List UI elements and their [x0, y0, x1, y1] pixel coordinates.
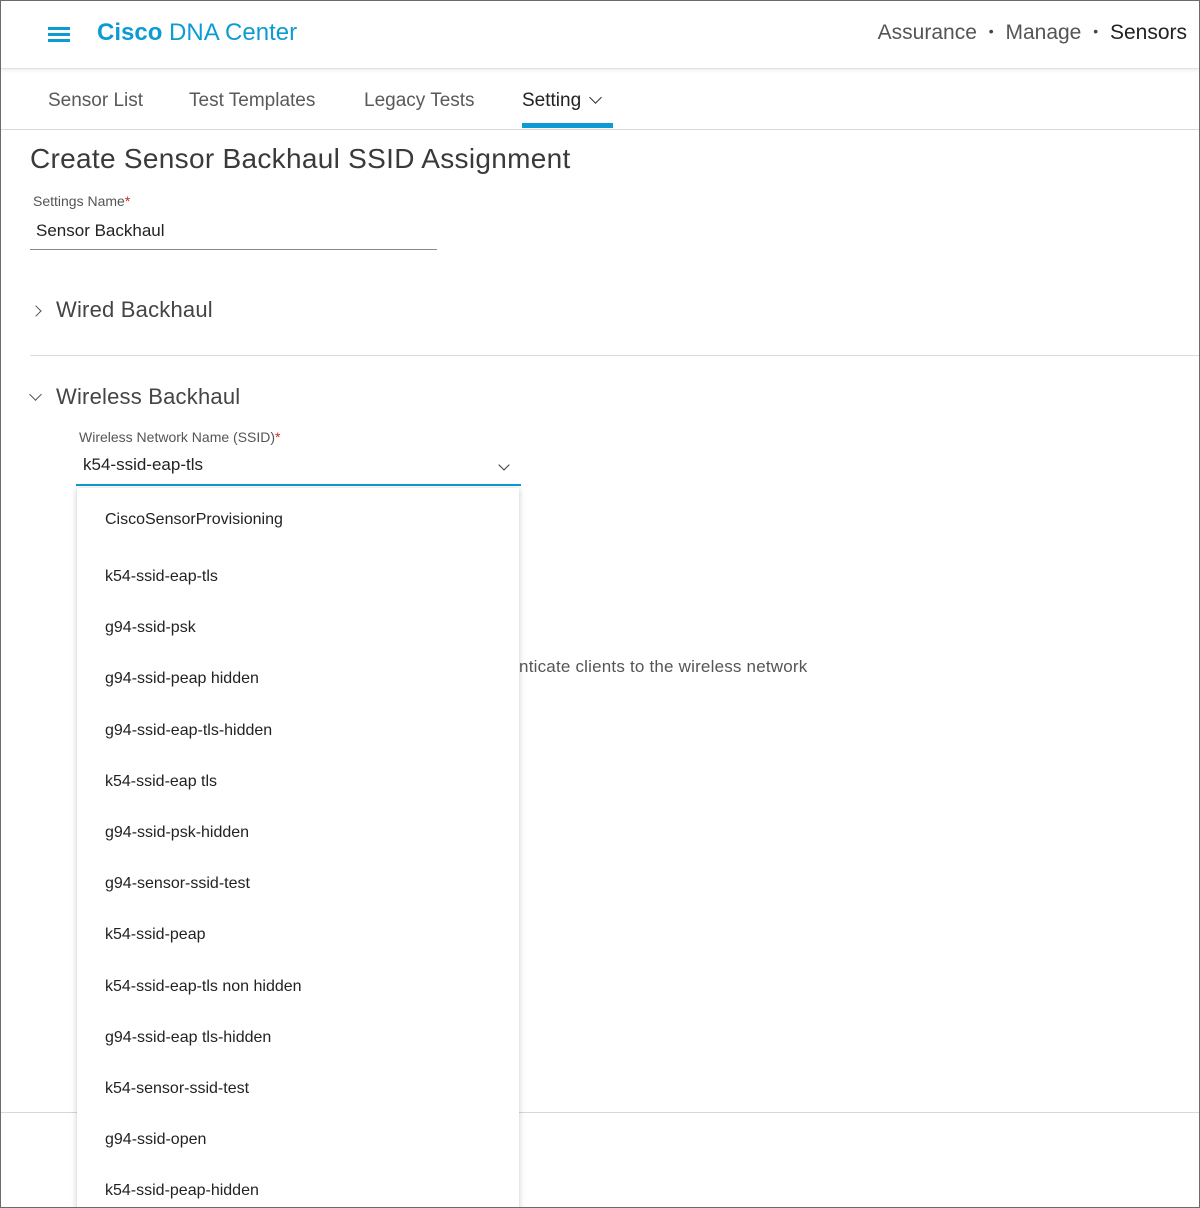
ssid-label-text: Wireless Network Name (SSID)	[79, 429, 276, 445]
tab-setting-label: Setting	[522, 90, 582, 111]
tab-sensor-list[interactable]: Sensor List	[48, 90, 143, 112]
ssid-option[interactable]: g94-ssid-psk-hidden	[77, 801, 519, 852]
ssid-option[interactable]: k54-sensor-ssid-test	[77, 1057, 519, 1108]
brand-name-bold: Cisco	[97, 19, 163, 46]
hamburger-menu-icon[interactable]	[48, 26, 70, 42]
breadcrumb-assurance[interactable]: Assurance	[878, 21, 977, 44]
wired-backhaul-heading: Wired Backhaul	[56, 297, 213, 322]
section-divider	[30, 355, 1199, 356]
ssid-label: Wireless Network Name (SSID)*	[79, 429, 280, 445]
tab-test-templates[interactable]: Test Templates	[189, 90, 315, 112]
settings-name-label-text: Settings Name	[33, 193, 125, 209]
breadcrumb: Assurance • Manage • Sensors	[878, 21, 1187, 45]
ssid-option[interactable]: g94-ssid-psk	[77, 596, 519, 647]
ssid-option[interactable]: k54-ssid-eap-tls non hidden	[77, 955, 519, 1006]
wireless-backhaul-heading: Wireless Backhaul	[56, 384, 241, 409]
wired-backhaul-section-toggle[interactable]: Wired Backhaul	[30, 297, 213, 323]
breadcrumb-separator: •	[1093, 23, 1099, 39]
breadcrumb-manage[interactable]: Manage	[1005, 21, 1081, 44]
active-tab-indicator	[522, 123, 613, 128]
required-marker: *	[124, 193, 131, 209]
ssid-option[interactable]: k54-ssid-peap	[77, 903, 519, 954]
wireless-backhaul-section-toggle[interactable]: Wireless Backhaul	[29, 384, 241, 410]
settings-name-label: Settings Name*	[33, 193, 130, 209]
app-window: Cisco DNA Center Assurance • Manage • Se…	[0, 0, 1200, 1208]
tab-legacy-tests[interactable]: Legacy Tests	[364, 90, 475, 112]
breadcrumb-separator: •	[988, 23, 994, 39]
chevron-down-icon	[29, 388, 42, 401]
ssid-selected-value: k54-ssid-eap-tls	[83, 455, 203, 474]
chevron-down-icon[interactable]	[498, 459, 510, 471]
ssid-option[interactable]: k54-ssid-eap-tls	[77, 545, 519, 596]
ssid-option[interactable]: g94-ssid-eap-tls-hidden	[77, 699, 519, 750]
ssid-option[interactable]: k54-ssid-eap tls	[77, 750, 519, 801]
brand-logo[interactable]: Cisco DNA Center	[97, 19, 297, 47]
chevron-right-icon	[30, 305, 42, 317]
tab-bar: Sensor List Test Templates Legacy Tests …	[1, 70, 1199, 130]
ssid-select[interactable]: k54-ssid-eap-tls	[76, 450, 521, 486]
ssid-option[interactable]: g94-sensor-ssid-test	[77, 852, 519, 903]
top-header: Cisco DNA Center Assurance • Manage • Se…	[1, 1, 1199, 69]
ssid-option[interactable]: g94-ssid-open	[77, 1108, 519, 1159]
ssid-option[interactable]: g94-ssid-peap hidden	[77, 647, 519, 698]
ssid-option[interactable]: CiscoSensorProvisioning	[77, 488, 519, 545]
page-title: Create Sensor Backhaul SSID Assignment	[30, 143, 571, 174]
required-marker: *	[275, 429, 281, 445]
brand-name-product: DNA Center	[169, 19, 298, 46]
chevron-down-icon	[589, 91, 603, 104]
settings-name-input[interactable]	[30, 213, 437, 250]
tab-setting[interactable]: Setting	[522, 90, 603, 112]
ssid-dropdown-menu: CiscoSensorProvisioning k54-ssid-eap-tls…	[77, 488, 519, 1207]
ssid-option[interactable]: k54-ssid-peap-hidden	[77, 1159, 519, 1207]
breadcrumb-sensors: Sensors	[1109, 21, 1187, 44]
ssid-option[interactable]: g94-ssid-eap tls-hidden	[77, 1006, 519, 1057]
